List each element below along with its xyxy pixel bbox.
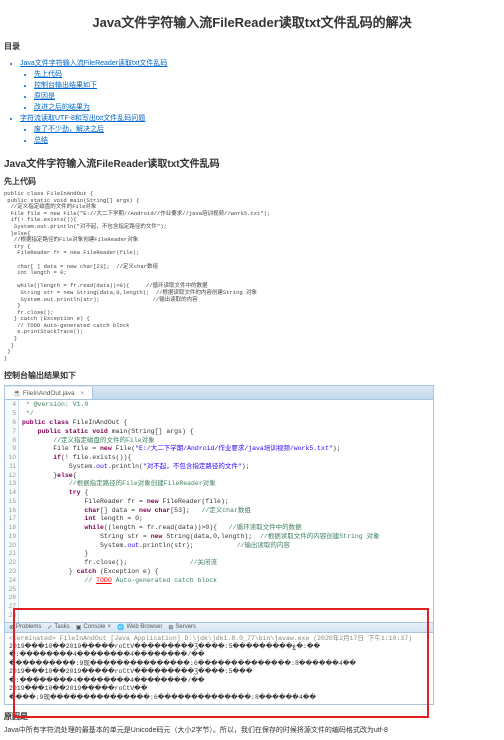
reason-paragraph: Java中所有字符流处理的最基本的单元是Unicode码元（大小2字节）。所以，… <box>4 726 500 736</box>
toc-link[interactable]: Java文件字符输入流FileReader读取txt文件乱码 <box>20 58 504 68</box>
code-editor[interactable]: * @version: V1.0 */public class FileInAn… <box>19 400 433 621</box>
table-of-contents: Java文件字符输入流FileReader读取txt文件乱码 先上代码 控制台输… <box>20 58 504 145</box>
toc-link[interactable]: 先上代码 <box>34 69 504 79</box>
toc-link[interactable]: 改进之后的结果为 <box>34 102 504 112</box>
toc-label: 目录 <box>4 41 504 52</box>
editor-tab-label: FileInAndOut.java <box>23 390 75 397</box>
toc-link[interactable]: 原因是 <box>34 91 504 101</box>
ide-screenshot: ☕ FileInAndOut.java × 456789101112131415… <box>4 385 434 705</box>
toc-link[interactable]: 字符流读取UTF-8和写出txt文件乱码问题 <box>20 113 504 123</box>
line-gutter: 4567891011121314151617181920212223242526… <box>5 400 19 621</box>
ide-tab-bar: ☕ FileInAndOut.java × <box>5 386 433 400</box>
subsection-heading: 控制台输出结果如下 <box>4 370 504 381</box>
java-file-icon: ☕ <box>13 390 21 397</box>
highlight-box <box>13 608 429 718</box>
code-listing-1: public class FileInAndOut { public stati… <box>4 191 504 362</box>
toc-link[interactable]: 控制台输出结果如下 <box>34 80 504 90</box>
editor-tab[interactable]: ☕ FileInAndOut.java × <box>5 387 93 399</box>
close-icon[interactable]: × <box>80 390 84 397</box>
subsection-heading: 先上代码 <box>4 176 504 187</box>
page-title: Java文件字符输入流FileReader读取txt文件乱码的解决 <box>0 12 504 31</box>
toc-link[interactable]: 废了不少劲，解决之后 <box>34 124 504 134</box>
toc-link[interactable]: 总结 <box>34 135 504 145</box>
section-heading: Java文件字符输入流FileReader读取txt文件乱码 <box>4 155 504 170</box>
